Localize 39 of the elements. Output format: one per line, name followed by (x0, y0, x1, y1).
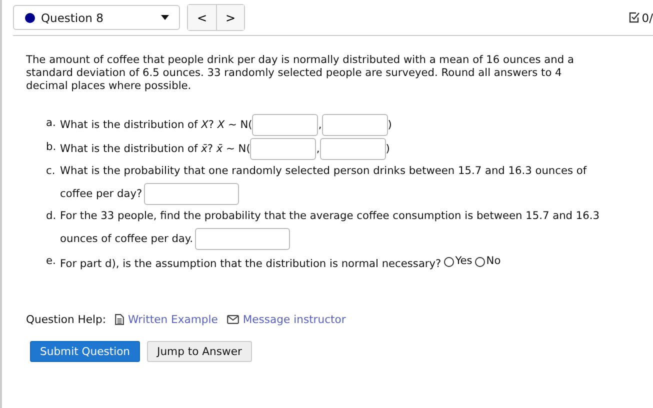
caret-icon (161, 15, 169, 20)
part-text: , (316, 142, 320, 157)
submit-button[interactable]: Submit Question (30, 340, 140, 362)
part-letter: d. (46, 209, 58, 224)
help-link[interactable]: Written Example (114, 312, 218, 326)
previous-button[interactable]: < (188, 5, 216, 30)
radio-option[interactable]: Yes (444, 251, 472, 272)
part-letter: b. (46, 140, 58, 155)
part-text: , (318, 118, 322, 133)
question-text: The amount of coffee that people drink per day is normally distributed with a mean of 16 ounces and a standard deviation of 6.5 ounces. 33 randomly selected people are surveyed. Round all answers to 4 decimal places where possible. (26, 54, 575, 93)
answer-field[interactable] (144, 183, 240, 205)
document-icon (114, 314, 124, 324)
answer-field[interactable] (252, 114, 318, 136)
question-label: Question 8 (41, 10, 104, 24)
part-text: ounces of coffee per day. (60, 232, 194, 247)
part-text: ) (388, 118, 392, 133)
answer-field[interactable] (250, 138, 316, 160)
checkbox-icon (628, 12, 640, 23)
next-button[interactable]: > (216, 5, 244, 30)
radio-option[interactable]: No (475, 251, 501, 272)
part-text: What is the distribution of x̄? x̄ ~ N( (60, 142, 250, 157)
part-text: ) (386, 142, 390, 157)
score-text: 0/ (642, 10, 653, 24)
part-letter: c. (46, 164, 56, 179)
part-text: What is the distribution of X? X ~ N( (60, 118, 252, 133)
part-text: What is the probability that one randomly selected person drinks between 15.7 and 16.3 ounces of (60, 164, 587, 179)
answer-field[interactable] (320, 138, 386, 160)
question-select[interactable]: Question 8 (13, 5, 180, 30)
answer-field[interactable] (322, 114, 388, 136)
envelope-icon (226, 314, 239, 324)
answer-field[interactable] (195, 228, 290, 250)
part-text: For the 33 people, find the probability that the average coffee consumption is between 15.7 and 16.3 (60, 209, 600, 224)
help-label: Question Help: (26, 312, 106, 326)
part-letter: e. (46, 254, 57, 269)
jump-button[interactable]: Jump to Answer (147, 340, 252, 362)
part-text: For part d), is the assumption that the distribution is normal necessary? (60, 256, 442, 272)
part-text: coffee per day? (60, 186, 142, 202)
help-link[interactable]: Message instructor (226, 312, 346, 326)
part-letter: a. (46, 116, 57, 131)
